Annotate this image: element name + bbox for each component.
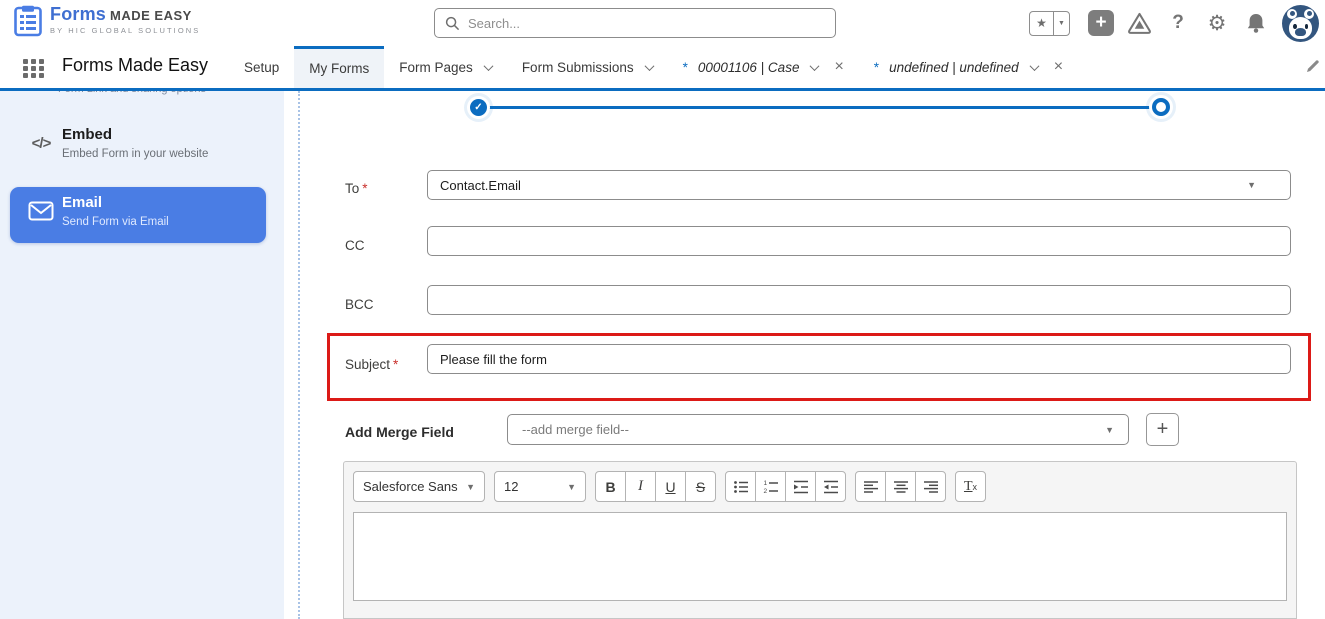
favorite-star-icon[interactable]: ★ [1030,16,1053,30]
bullet-list-button[interactable] [725,471,756,502]
quick-create-button[interactable]: + [1088,10,1114,36]
tab-form-pages[interactable]: Form Pages [384,46,507,88]
font-size-select[interactable]: 12 ▼ [494,471,586,502]
font-family-select[interactable]: Salesforce Sans ▼ [353,471,485,502]
to-select[interactable]: Contact.Email ▼ [427,170,1291,200]
editor-toolbar: Salesforce Sans ▼ 12 ▼ B I U S 1 2 T x [353,471,986,502]
svg-text:1: 1 [763,480,767,487]
numbered-list-button[interactable]: 1 2 [755,471,786,502]
email-body-editor: Salesforce Sans ▼ 12 ▼ B I U S 1 2 T x [343,461,1297,619]
dropdown-arrow-icon[interactable]: ▼ [1247,180,1256,190]
sidebar-divider [298,91,300,619]
strikethrough-button[interactable]: S [685,471,716,502]
cc-input[interactable] [427,226,1291,256]
logo-suffix: MADE EASY [110,8,192,23]
search-input[interactable] [468,15,825,31]
chevron-down-icon[interactable] [483,60,494,71]
share-options-sidebar: Form Link and sharing options </> Embed … [0,83,284,619]
svg-text:2: 2 [763,488,767,495]
global-header: Forms MADE EASY BY HIC GLOBAL SOLUTIONS … [0,0,1325,46]
app-logo: Forms MADE EASY BY HIC GLOBAL SOLUTIONS [14,5,200,37]
step-complete-icon: ✓ [470,99,487,116]
tab-undefined-record[interactable]: * undefined | undefined × [859,46,1078,88]
dropdown-arrow-icon: ▼ [466,481,475,492]
stepper-line [478,106,1160,109]
notifications-bell-icon[interactable] [1243,10,1269,36]
merge-field-select[interactable]: --add merge field-- ▼ [507,414,1129,445]
close-tab-icon[interactable]: × [1054,59,1063,75]
chevron-down-icon[interactable] [1029,60,1040,71]
sidebar-item-embed[interactable]: </> Embed Embed Form in your website [10,121,266,179]
help-icon[interactable]: ? [1165,10,1191,36]
bcc-input[interactable] [427,285,1291,315]
tab-setup[interactable]: Setup [229,46,294,88]
bold-button[interactable]: B [595,471,626,502]
indent-button[interactable] [785,471,816,502]
app-name: Forms Made Easy [62,55,209,75]
logo-title: Forms [50,4,107,24]
unsaved-indicator: * [682,59,688,75]
dropdown-arrow-icon: ▼ [567,481,576,492]
sidebar-item-email[interactable]: Email Send Form via Email [10,187,266,243]
align-right-button[interactable] [915,471,946,502]
chevron-down-icon[interactable] [644,60,655,71]
app-nav-bar: Forms Made Easy Setup My Forms Form Page… [0,46,1325,91]
underline-button[interactable]: U [655,471,686,502]
edit-pencil-icon[interactable] [1305,58,1321,74]
dropdown-arrow-icon[interactable]: ▼ [1105,425,1114,435]
outdent-button[interactable] [815,471,846,502]
trailhead-help-icon[interactable] [1126,10,1152,36]
bcc-label: BCC [345,297,374,312]
tab-form-submissions[interactable]: Form Submissions [507,46,668,88]
email-form-panel: ✓ To* Contact.Email ▼ CC BCC Subject* Ad… [300,91,1325,619]
align-center-button[interactable] [885,471,916,502]
favorites-control[interactable]: ★ ▼ [1029,10,1070,36]
subject-input[interactable] [427,344,1291,374]
email-body-textarea[interactable] [353,512,1287,601]
italic-button[interactable]: I [625,471,656,502]
subject-label: Subject * [345,357,399,372]
nav-tabs: Setup My Forms Form Pages Form Submissio… [229,46,1078,88]
logo-subtitle: BY HIC GLOBAL SOLUTIONS [50,26,201,35]
envelope-icon [28,201,54,221]
unsaved-indicator: * [873,59,880,75]
to-label: To * [345,181,368,196]
clipboard-logo-icon [14,5,42,37]
cc-label: CC [345,238,365,253]
favorites-caret-icon[interactable]: ▼ [1053,11,1069,35]
user-avatar[interactable] [1282,4,1319,42]
global-search[interactable] [434,8,836,38]
tab-case-record[interactable]: * 00001106 | Case × [668,46,859,88]
app-window: Forms MADE EASY BY HIC GLOBAL SOLUTIONS … [0,0,1325,619]
setup-gear-icon[interactable]: ⚙ [1204,10,1230,36]
tab-my-forms[interactable]: My Forms [294,46,385,88]
clear-formatting-button[interactable]: Tx [955,471,986,502]
close-tab-icon[interactable]: × [834,59,843,75]
chevron-down-icon[interactable] [810,60,820,71]
align-left-button[interactable] [855,471,886,502]
add-merge-field-label: Add Merge Field [345,424,454,440]
search-icon [445,16,460,30]
add-merge-field-button[interactable]: + [1146,413,1179,446]
step-current-icon [1152,98,1170,116]
code-icon: </> [31,135,52,152]
app-launcher-icon[interactable] [23,59,45,78]
